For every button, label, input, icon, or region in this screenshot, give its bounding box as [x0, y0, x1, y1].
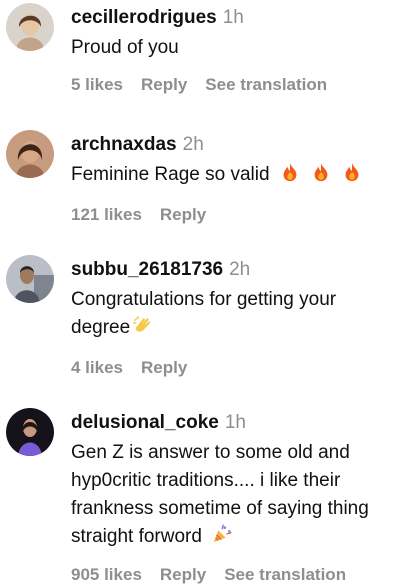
- fire-icon: [310, 161, 332, 192]
- username-link[interactable]: subbu_26181736: [71, 259, 223, 280]
- comment-header: archnaxdas 2h: [71, 133, 403, 157]
- likes-count[interactable]: 905 likes: [71, 565, 142, 584]
- see-translation-link[interactable]: See translation: [205, 75, 327, 94]
- reply-button[interactable]: Reply: [160, 205, 206, 224]
- reply-button[interactable]: Reply: [141, 358, 187, 377]
- party-popper-icon: [211, 523, 233, 554]
- comment-actions: 4 likes Reply: [71, 357, 403, 379]
- comment-header: cecillerodrigues 1h: [71, 6, 403, 30]
- reply-button[interactable]: Reply: [141, 75, 187, 94]
- avatar[interactable]: [6, 255, 54, 303]
- avatar-man-icon: [6, 255, 54, 303]
- comment-timestamp: 1h: [222, 7, 244, 28]
- username-link[interactable]: archnaxdas: [71, 134, 177, 155]
- comment-text-line-with-emoji: straight forword: [71, 523, 403, 554]
- comment-text: Proud of you: [71, 37, 179, 58]
- comment-text-line: Gen Z is answer to some old and: [71, 442, 350, 463]
- avatar[interactable]: [6, 130, 54, 178]
- comment-text-content: Feminine Rage so valid: [71, 164, 270, 185]
- username-link[interactable]: cecillerodrigues: [71, 7, 217, 28]
- username-link[interactable]: delusional_coke: [71, 412, 219, 433]
- avatar-woman-icon: [6, 130, 54, 178]
- likes-count[interactable]: 121 likes: [71, 205, 142, 224]
- comment-actions: 5 likes Reply See translation: [71, 74, 403, 96]
- comment-text-line: straight forword: [71, 526, 202, 547]
- comment-header: delusional_coke 1h: [71, 411, 403, 435]
- comment-actions: 121 likes Reply: [71, 204, 403, 226]
- see-translation-link[interactable]: See translation: [224, 565, 346, 584]
- avatar-woman-icon: [6, 408, 54, 456]
- comment-timestamp: 2h: [229, 259, 251, 280]
- likes-count[interactable]: 4 likes: [71, 358, 123, 377]
- avatar[interactable]: [6, 3, 54, 51]
- avatar-woman-icon: [6, 3, 54, 51]
- clapping-hands-icon: [132, 314, 154, 345]
- comment-timestamp: 2h: [182, 134, 204, 155]
- comment-text-line: hyp0critic traditions.... i like their: [71, 470, 341, 491]
- comment-text: Congratulations for getting your degree: [71, 286, 403, 345]
- reply-button[interactable]: Reply: [160, 565, 206, 584]
- comment-timestamp: 1h: [224, 412, 246, 433]
- comment-text-line: Congratulations for getting your: [71, 289, 337, 310]
- avatar[interactable]: [6, 408, 54, 456]
- fire-icon: [341, 161, 363, 192]
- comment-text-line: frankness sometime of saying thing: [71, 498, 369, 519]
- comment-text: Gen Z is answer to some old and hyp0crit…: [71, 439, 403, 554]
- comment-text-line-with-emoji: degree: [71, 314, 403, 345]
- comment-header: subbu_26181736 2h: [71, 258, 403, 282]
- comment-text: Feminine Rage so valid: [71, 161, 403, 192]
- comment-text-line: degree: [71, 317, 131, 338]
- likes-count[interactable]: 5 likes: [71, 75, 123, 94]
- fire-icon: [279, 161, 301, 192]
